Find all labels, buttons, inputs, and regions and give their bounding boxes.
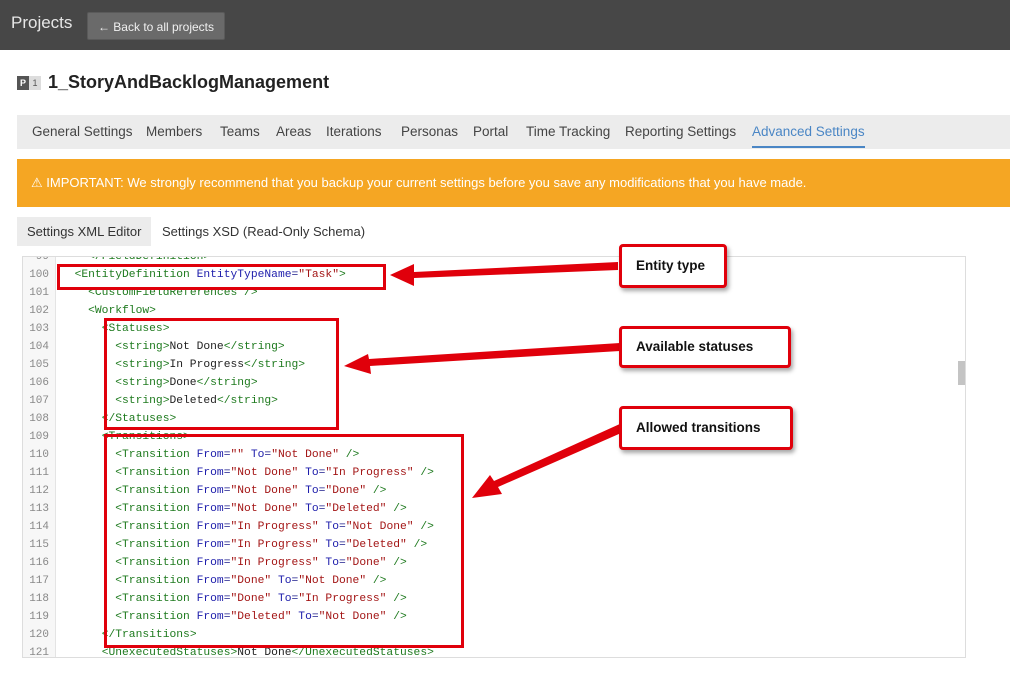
- callout-available-statuses: Available statuses: [619, 326, 791, 368]
- arrow-allowed-transitions: [472, 423, 628, 498]
- arrow-available-statuses: [344, 343, 620, 374]
- arrow-entity-type: [390, 262, 618, 286]
- annotation-arrows: [344, 262, 628, 498]
- callout-entity-type: Entity type: [619, 244, 727, 288]
- callout-allowed-transitions: Allowed transitions: [619, 406, 793, 450]
